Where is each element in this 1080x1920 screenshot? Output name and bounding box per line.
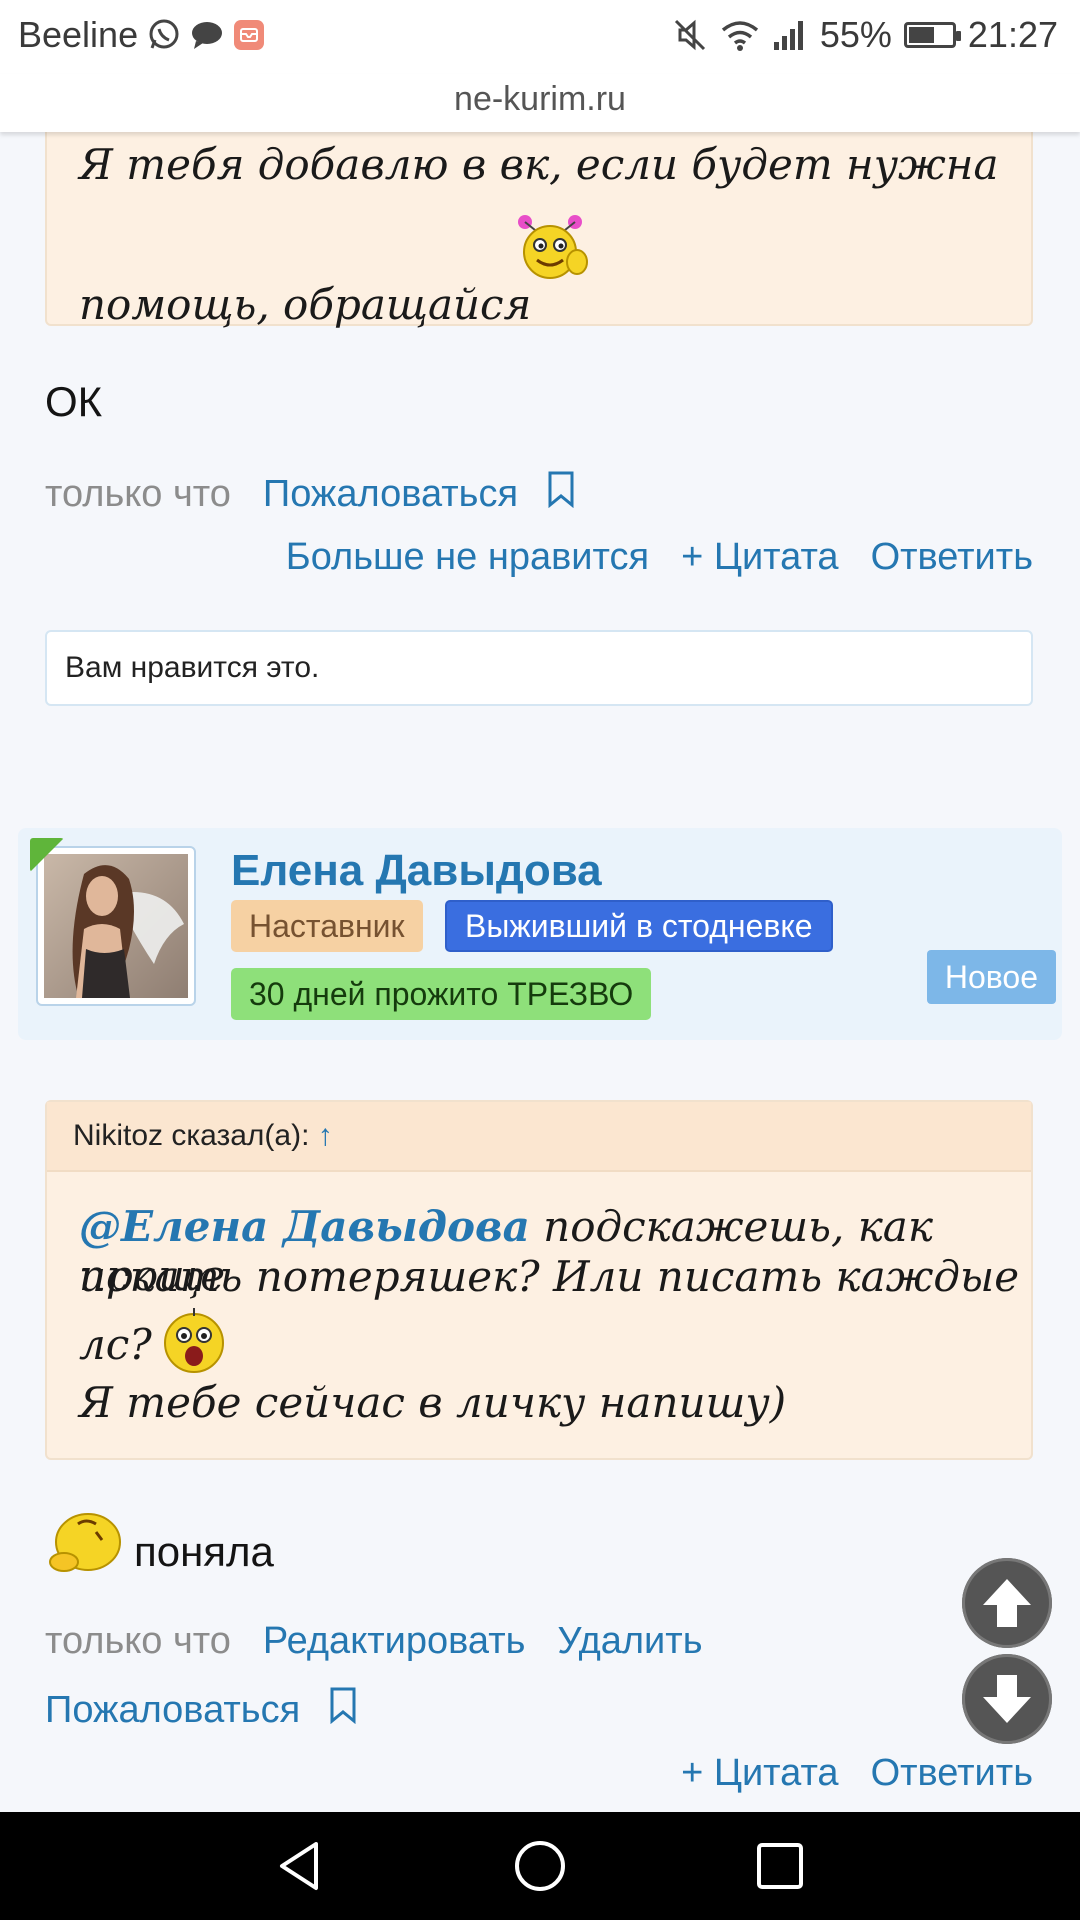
status-left: Beeline	[18, 14, 266, 56]
scroll-up-button[interactable]	[962, 1558, 1052, 1648]
post-meta-row: только что Редактировать Удалить	[45, 1620, 703, 1663]
bookmark-icon[interactable]	[328, 1686, 358, 1734]
online-indicator	[30, 838, 64, 872]
likes-summary: Вам нравится это.	[45, 630, 1033, 706]
report-link[interactable]: Пожаловаться	[45, 1689, 300, 1732]
battery-icon	[903, 22, 961, 48]
user-card: Елена Давыдова Наставник Выживший в стод…	[18, 828, 1062, 1040]
chat-bubble-icon	[190, 19, 224, 51]
quote-button[interactable]: + Цитата	[681, 1752, 838, 1795]
quote-text-line: Я тебя добавлю в вк, если будет нужна	[79, 140, 999, 189]
thumbs-up-smiley-icon	[505, 210, 595, 287]
scroll-down-button[interactable]	[962, 1654, 1052, 1744]
likes-text: Вам нравится это.	[65, 651, 320, 684]
url-text: ne-kurim.ru	[454, 80, 626, 118]
mail-app-icon	[232, 18, 266, 52]
new-post-badge: Новое	[926, 950, 1056, 1004]
url-bar[interactable]: ne-kurim.ru	[0, 74, 1080, 132]
quote-button[interactable]: + Цитата	[681, 536, 838, 579]
quote-header: Nikitoz сказал(а): ↑	[47, 1102, 1031, 1172]
badge-survivor: Выживший в стодневке	[445, 900, 833, 952]
reply-button[interactable]: Ответить	[871, 536, 1033, 579]
post-meta-row: только что Пожаловаться	[45, 470, 576, 518]
edit-button[interactable]: Редактировать	[263, 1620, 526, 1663]
battery-percent: 55%	[819, 14, 892, 55]
unlike-button[interactable]: Больше не нравится	[286, 536, 649, 579]
recents-icon[interactable]	[752, 1838, 808, 1894]
quote-block: Nikitoz сказал(а): ↑ @Елена Давыдова под…	[45, 1100, 1033, 1460]
wifi-icon	[720, 18, 760, 52]
quote-text-line: искать потеряшек? Или писать каждые	[79, 1252, 1020, 1301]
home-icon[interactable]	[512, 1838, 568, 1894]
badge-mentor: Наставник	[231, 900, 423, 952]
reply-button[interactable]: Ответить	[871, 1752, 1033, 1795]
quote-author: Nikitoz сказал(а):	[73, 1119, 310, 1152]
signal-icon	[772, 18, 808, 52]
quote-text-line: помощь, обращайся	[79, 280, 532, 329]
delete-button[interactable]: Удалить	[557, 1620, 702, 1663]
clock: 21:27	[967, 14, 1058, 55]
post-actions: Больше не нравится + Цитата Ответить	[286, 536, 1033, 579]
quote-block: Я тебя добавлю в вк, если будет нужна по…	[45, 100, 1033, 329]
quote-jump-link[interactable]: ↑	[318, 1119, 333, 1152]
post-body: ОК	[45, 378, 103, 425]
mute-icon	[672, 17, 708, 53]
status-right: 55% 21:27	[672, 14, 1058, 56]
whatsapp-icon	[146, 17, 182, 53]
battery-level-fill	[908, 27, 935, 43]
thinking-smiley-icon	[48, 1510, 124, 1581]
carrier-label: Beeline	[18, 14, 139, 55]
mention-link[interactable]: @Елена Давыдова	[79, 1202, 530, 1251]
quote-text-line: Я тебе сейчас в личку напишу)	[79, 1378, 787, 1427]
avatar-image	[44, 854, 188, 999]
arrow-up-icon	[983, 1579, 1031, 1627]
post-meta-row: Пожаловаться	[45, 1686, 358, 1734]
quote-line-wrap: помощь, обращайся	[79, 280, 531, 357]
shocked-smiley-icon	[159, 1306, 229, 1381]
post-time: только что	[45, 472, 231, 515]
bookmark-icon[interactable]	[546, 470, 576, 518]
quote-text-line: лс?	[79, 1320, 152, 1369]
post-body: поняла	[134, 1528, 274, 1575]
post-actions: + Цитата Ответить	[681, 1752, 1033, 1795]
post-time: только что	[45, 1620, 231, 1662]
report-link[interactable]: Пожаловаться	[263, 473, 518, 516]
status-bar: Beeline 55% 21:27	[0, 0, 1080, 74]
system-nav-bar	[0, 1812, 1080, 1920]
username[interactable]: Елена Давыдова	[231, 846, 602, 896]
arrow-down-icon	[983, 1675, 1031, 1723]
badge-sober: 30 дней прожито ТРЕЗВО	[231, 968, 652, 1020]
back-icon[interactable]	[272, 1838, 328, 1894]
